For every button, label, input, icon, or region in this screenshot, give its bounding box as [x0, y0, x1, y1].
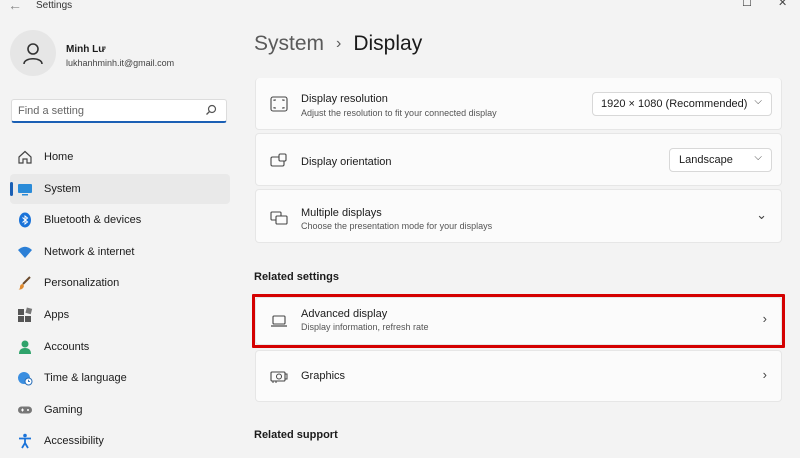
chevron-right-icon: ›: [762, 367, 767, 382]
sidebar-item-label: System: [44, 182, 81, 195]
breadcrumb-parent[interactable]: System: [254, 32, 324, 56]
chevron-down-icon[interactable]: ⌄: [756, 207, 767, 223]
chevron-down-icon: ⌵: [754, 96, 762, 107]
accounts-icon: [17, 339, 33, 355]
gamepad-icon: [17, 402, 33, 418]
display-resolution-subtitle: Adjust the resolution to fit your connec…: [301, 108, 497, 118]
highlight-box: [252, 294, 785, 348]
page-title: Display: [353, 32, 423, 55]
sidebar-item-time-language[interactable]: Time & language: [10, 363, 230, 393]
sidebar-item-label: Accounts: [44, 340, 90, 353]
graphics-card-icon: [270, 371, 288, 383]
related-settings-heading: Related settings: [254, 271, 339, 283]
home-icon: [17, 149, 33, 165]
orientation-value: Landscape: [679, 154, 733, 166]
accessibility-icon: [17, 433, 33, 449]
sidebar-item-label: Time & language: [44, 372, 127, 385]
orientation-icon: [270, 153, 287, 167]
app-title: Settings: [36, 0, 73, 11]
display-resolution-title: Display resolution: [301, 93, 388, 105]
sidebar-item-gaming[interactable]: Gaming: [10, 395, 230, 425]
maximize-icon[interactable]: ☐: [742, 0, 752, 9]
system-icon: [17, 181, 33, 197]
related-support-heading: Related support: [254, 429, 338, 441]
sidebar-item-label: Home: [44, 151, 74, 163]
sidebar-item-accessibility[interactable]: Accessibility: [10, 426, 230, 456]
multiple-displays-subtitle: Choose the presentation mode for your di…: [301, 221, 493, 231]
sidebar-item-network[interactable]: Network & internet: [10, 237, 230, 267]
close-icon[interactable]: ✕: [778, 0, 787, 9]
sidebar-item-label: Bluetooth & devices: [44, 214, 142, 227]
sidebar-item-label: Network & internet: [44, 245, 135, 258]
user-email: lukhanhminh.it@gmail.com: [66, 58, 175, 68]
breadcrumb: System › Display: [254, 32, 422, 56]
person-icon: [23, 43, 43, 65]
chevron-down-icon: ⌵: [754, 152, 762, 163]
sidebar-nav: Home System Bluetooth & devices Network …: [10, 142, 230, 458]
sidebar-item-label: Apps: [44, 308, 70, 321]
brush-icon: [17, 275, 33, 291]
orientation-dropdown[interactable]: Landscape ⌵: [669, 148, 772, 172]
avatar[interactable]: [10, 30, 56, 76]
title-bar: ← Settings ☐ ✕: [0, 0, 800, 14]
apps-icon: [17, 307, 33, 323]
user-name: Minh Lư: [66, 44, 106, 55]
back-arrow-icon[interactable]: ←: [8, 0, 22, 13]
multiple-displays-title: Multiple displays: [301, 207, 382, 219]
display-orientation-title: Display orientation: [301, 156, 392, 168]
sidebar-item-system[interactable]: System: [10, 173, 230, 204]
resolution-dropdown[interactable]: 1920 × 1080 (Recommended) ⌵: [592, 92, 772, 116]
multiple-displays-icon: [270, 211, 288, 225]
sidebar-item-personalization[interactable]: Personalization: [10, 268, 230, 298]
sidebar-item-label: Gaming: [44, 403, 83, 416]
bluetooth-icon: [17, 212, 33, 228]
display-resolution-row[interactable]: Display resolution Adjust the resolution…: [255, 78, 782, 130]
search-box[interactable]: [11, 99, 227, 123]
sidebar-item-home[interactable]: Home: [10, 142, 230, 172]
resolution-value: 1920 × 1080 (Recommended): [601, 98, 748, 110]
search-icon[interactable]: [204, 103, 218, 117]
display-orientation-row[interactable]: Display orientation Landscape ⌵: [255, 133, 782, 186]
graphics-row[interactable]: Graphics ›: [255, 350, 782, 402]
sidebar-item-label: Accessibility: [44, 435, 104, 448]
resolution-icon: [270, 96, 288, 112]
globe-clock-icon: [17, 370, 33, 386]
graphics-title: Graphics: [301, 370, 346, 382]
sidebar-item-bluetooth[interactable]: Bluetooth & devices: [10, 205, 230, 235]
search-input[interactable]: [12, 100, 200, 122]
breadcrumb-separator: ›: [336, 35, 342, 52]
multiple-displays-row[interactable]: Multiple displays Choose the presentatio…: [255, 189, 782, 243]
sidebar-item-accounts[interactable]: Accounts: [10, 332, 230, 362]
wifi-icon: [17, 244, 33, 260]
sidebar-item-apps[interactable]: Apps: [10, 300, 230, 330]
sidebar-item-label: Personalization: [44, 277, 120, 290]
